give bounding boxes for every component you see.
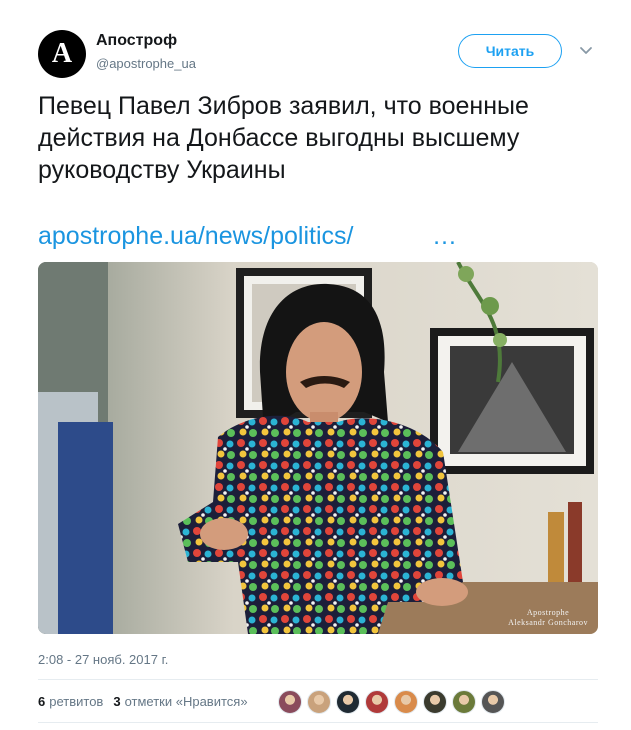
tweet-text: Певец Павел Зибров заявил, что военные д… [38,92,529,184]
watermark-line-2: Aleksandr Goncharov [508,618,588,627]
liker-avatar[interactable] [394,690,418,714]
likes-count: 3 [113,694,121,709]
liker-avatar[interactable] [278,690,302,714]
liker-avatar[interactable] [365,690,389,714]
retweets-count: 6 [38,694,46,709]
tweet-photo[interactable]: Apostrophe Aleksandr Goncharov [38,262,598,634]
tweet-link-ellipsis[interactable]: … [432,222,457,251]
liker-avatar[interactable] [336,690,360,714]
photo-illustration [38,262,598,634]
account-name[interactable]: Апостроф [96,32,177,50]
watermark-line-1: Apostrophe [526,608,570,617]
divider-bottom [38,722,598,723]
likes-label: отметки «Нравится» [124,694,248,709]
liker-avatar[interactable] [452,690,476,714]
account-handle[interactable]: @apostrophe_ua [96,56,196,71]
liker-avatar[interactable] [423,690,447,714]
photo-watermark: Apostrophe Aleksandr Goncharov [508,608,588,628]
follow-button[interactable]: Читать [458,34,562,68]
retweets-label: ретвитов [49,694,104,709]
likers-avatars [278,690,510,714]
divider-top [38,679,598,680]
retweets-stat[interactable]: 6 ретвитов [38,694,103,709]
likes-stat[interactable]: 3 отметки «Нравится» [113,694,247,709]
tweet-stats: 6 ретвитов 3 отметки «Нравится» [38,694,258,709]
liker-avatar[interactable] [481,690,505,714]
avatar[interactable]: A [38,30,86,78]
chevron-down-icon[interactable] [578,44,594,58]
tweet-timestamp[interactable]: 2:08 - 27 нояб. 2017 г. [38,652,168,667]
avatar-logo: A [51,38,73,69]
liker-avatar[interactable] [307,690,331,714]
tweet-link[interactable]: apostrophe.ua/news/politics/ [38,222,353,251]
